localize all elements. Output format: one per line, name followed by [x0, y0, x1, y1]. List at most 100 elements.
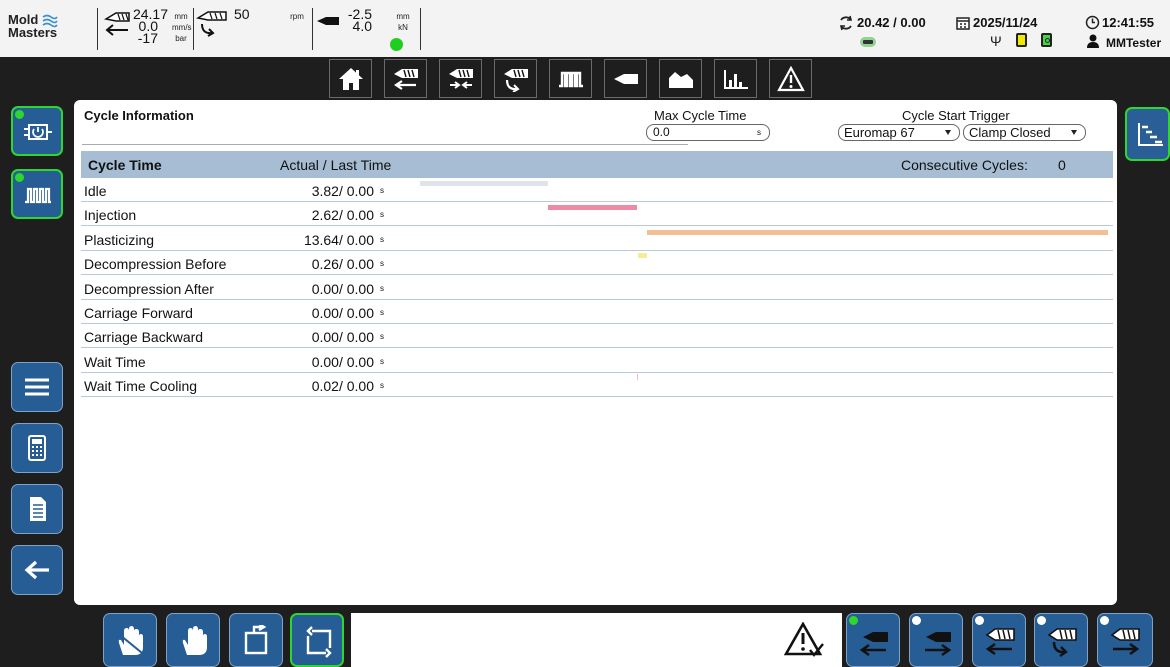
nav-injection-button[interactable]	[384, 59, 427, 98]
hamburger-menu-icon	[25, 378, 49, 396]
injection-forward-icon	[1110, 628, 1140, 656]
time: 12:41:55	[1102, 15, 1155, 30]
injection-mini-icon	[860, 37, 876, 47]
menu-button[interactable]	[11, 362, 63, 412]
phase-label: Decompression After	[84, 280, 214, 297]
back-button[interactable]	[11, 545, 63, 595]
document-button[interactable]	[11, 484, 63, 534]
calculator-button[interactable]	[11, 423, 63, 473]
clock-icon	[1085, 15, 1100, 30]
col-actual-last-time: Actual / Last Time	[280, 157, 392, 173]
phase-label: Plasticizing	[84, 231, 155, 248]
bar-chart-icon	[724, 70, 748, 89]
carriage-backward-button[interactable]	[846, 613, 900, 667]
status-header: Mold Masters 24.17 0.0 -17 mm mm/s bar 5…	[0, 0, 1170, 57]
page-title: Cycle Information	[84, 108, 194, 123]
injection-icon	[394, 69, 418, 90]
cycle-times: 20.42 / 0.00	[857, 15, 926, 30]
screw-rotate-icon	[504, 69, 528, 92]
carriage-forward-button[interactable]	[909, 613, 963, 667]
nav-heaters-button[interactable]	[549, 59, 592, 98]
user-name: MMTester	[1106, 36, 1162, 50]
carriage-icon	[317, 17, 339, 25]
warning-icon	[777, 66, 805, 92]
heating-power-button[interactable]	[11, 106, 63, 156]
phase-unit: s	[380, 259, 384, 269]
timeline-button[interactable]	[1125, 107, 1170, 161]
table-row: Decompression After 0.00/ 0.00 s	[81, 276, 1113, 300]
phase-unit: s	[380, 186, 384, 195]
trigger-source-select[interactable]: Euromap 67	[838, 124, 960, 141]
auto-cycle-button[interactable]	[290, 613, 344, 667]
carriage-status-indicator	[390, 38, 403, 51]
phase-unit: s	[380, 234, 384, 244]
max-cycle-time-label: Max Cycle Time	[654, 108, 747, 123]
nav-home-button[interactable]	[329, 59, 372, 98]
header-divider	[97, 8, 98, 50]
consecutive-cycles-value: 0	[1058, 157, 1066, 173]
chevron-down-icon	[945, 130, 951, 135]
title-divider	[82, 144, 688, 145]
table-row: Plasticizing 13.64/ 0.00 s	[81, 227, 1113, 251]
screw-rotate-button[interactable]	[1034, 613, 1088, 667]
manual-mode-button[interactable]	[103, 613, 157, 667]
heaters-button[interactable]	[11, 169, 63, 219]
phase-unit: s	[380, 308, 384, 317]
table-row: Wait Time 0.00/ 0.00 s	[81, 349, 1113, 373]
warning-acknowledged-icon	[784, 622, 824, 657]
calculator-icon	[28, 435, 46, 461]
phase-time: 0.26/ 0.00	[311, 256, 374, 273]
phase-label: Carriage Forward	[84, 305, 193, 321]
chevron-down-icon	[1071, 130, 1077, 135]
home-icon	[339, 68, 363, 90]
date: 2025/11/24	[973, 15, 1038, 30]
nav-alarms-button[interactable]	[769, 59, 812, 98]
injection-forward-button[interactable]	[1097, 613, 1153, 667]
table-row: Decompression Before 0.26/ 0.00 s	[81, 251, 1113, 276]
screw-rotate-icon	[196, 11, 227, 37]
timeline-icon	[1138, 123, 1163, 146]
phase-unit: s	[380, 381, 384, 391]
phase-label: Idle	[84, 183, 107, 199]
table-row: Carriage Forward 0.00/ 0.00 s	[81, 300, 1113, 324]
phase-unit: s	[380, 332, 384, 342]
phase-time: 0.00/ 0.00	[311, 353, 374, 370]
phase-time: 2.62/ 0.00	[311, 207, 374, 224]
nav-profile-button[interactable]	[659, 59, 702, 98]
arrow-left-icon	[24, 560, 49, 580]
phase-label: Wait Time	[84, 353, 146, 370]
nav-carriage-button[interactable]	[604, 59, 647, 98]
table-row: Injection 2.62/ 0.00 s	[81, 202, 1113, 227]
nav-statistics-button[interactable]	[714, 59, 757, 98]
phase-label: Injection	[84, 207, 137, 224]
single-cycle-icon	[244, 625, 268, 655]
arrow-left-icon	[105, 24, 128, 36]
document-yellow-icon	[1016, 33, 1027, 47]
carriage-force: 4.0	[352, 18, 372, 34]
message-bar[interactable]	[351, 613, 842, 667]
injection-retract-icon	[449, 69, 473, 89]
carriage-backward-icon	[859, 632, 888, 657]
heater-icon	[559, 71, 583, 88]
col-cycle-time: Cycle Time	[88, 157, 162, 173]
nav-injection-hold-button[interactable]	[439, 59, 482, 98]
nav-screw-button[interactable]	[494, 59, 537, 98]
timeline-bar	[647, 229, 1108, 235]
phase-label: Carriage Backward	[84, 329, 204, 346]
phase-label: Wait Time Cooling	[84, 378, 198, 395]
injection-back-button[interactable]	[972, 613, 1026, 667]
document-icon	[30, 497, 46, 521]
cycle-information-panel: Cycle Information Max Cycle Time 0.0 s C…	[74, 100, 1117, 605]
single-cycle-button[interactable]	[229, 613, 283, 667]
phase-time: 13.64/ 0.00	[303, 231, 374, 248]
screw-speed: 50	[234, 6, 250, 22]
setup-mode-button[interactable]	[166, 613, 220, 667]
carriage-forward-icon	[925, 632, 952, 657]
timeline-bar	[548, 205, 637, 211]
timeline-bar	[637, 374, 638, 381]
usb-icon: Ψ	[990, 33, 1002, 49]
screw-rotate-icon	[1047, 628, 1077, 657]
max-cycle-time-field[interactable]: 0.0 s	[646, 124, 770, 141]
trigger-event-select[interactable]: Clamp Closed	[963, 124, 1086, 141]
heater-icon	[25, 187, 51, 204]
